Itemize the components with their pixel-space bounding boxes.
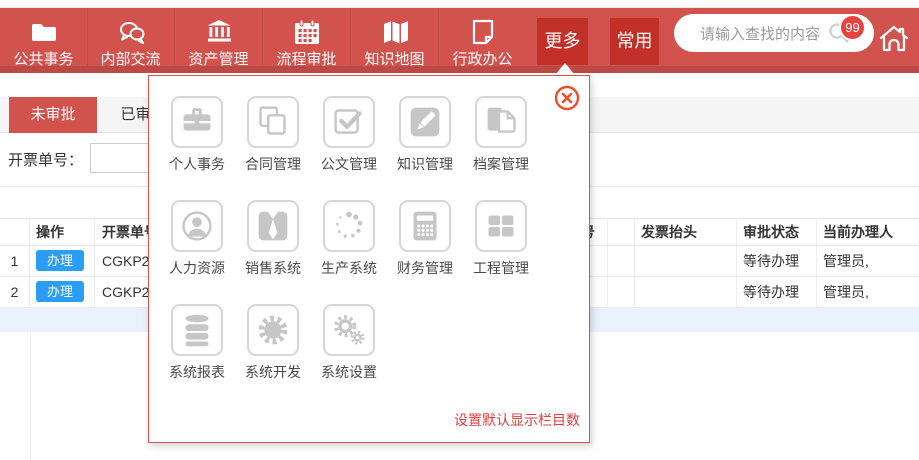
nav-item-administrative-office[interactable]: 行政办公 <box>439 8 526 66</box>
col-current-handler: 当前办理人 <box>817 219 919 245</box>
app-knowledge-management[interactable]: 知识管理 <box>387 96 463 174</box>
set-default-columns-link[interactable]: 设置默认显示栏目数 <box>454 410 580 430</box>
nav-item-label: 资产管理 <box>175 48 262 69</box>
nav-item-label: 流程审批 <box>263 48 350 69</box>
handler-cell: 管理员, <box>817 277 919 307</box>
action-cell: 办理 <box>30 246 95 276</box>
status-cell: 等待办理 <box>737 246 817 276</box>
frequent-button[interactable]: 常用 <box>610 18 659 65</box>
nav-item-asset-management[interactable]: 资产管理 <box>175 8 263 66</box>
table-stub-line <box>30 332 31 460</box>
notification-badge: 99 <box>839 14 866 41</box>
tab-unapproved[interactable]: 未审批 <box>9 97 97 133</box>
app-system-settings[interactable]: 系统设置 <box>311 304 387 382</box>
person-icon <box>171 200 223 252</box>
gearburst-icon <box>247 304 299 356</box>
nav-item-label: 知识地图 <box>351 48 438 69</box>
app-archive-management[interactable]: 档案管理 <box>463 96 539 174</box>
pencil-icon <box>399 96 451 148</box>
search-input[interactable] <box>698 20 832 48</box>
app-finance-management[interactable]: 财务管理 <box>387 200 463 278</box>
nav-item-label: 行政办公 <box>439 48 526 69</box>
checkbox-icon <box>323 96 375 148</box>
app-system-development[interactable]: 系统开发 <box>235 304 311 382</box>
col-num <box>0 219 30 245</box>
nav-item-knowledge-map[interactable]: 知识地图 <box>351 8 439 66</box>
invoice-title-cell <box>635 246 737 276</box>
row-num: 1 <box>0 246 30 276</box>
more-apps-popup: 个人事务 合同管理 公文管理 知识管理 档案管理 人力资源 <box>148 75 590 443</box>
status-cell: 等待办理 <box>737 277 817 307</box>
app-contract-management[interactable]: 合同管理 <box>235 96 311 174</box>
app-personal-affairs[interactable]: 个人事务 <box>159 96 235 174</box>
invoice-title-cell <box>635 277 737 307</box>
home-icon[interactable] <box>878 23 910 55</box>
more-button[interactable]: 更多 <box>537 18 588 65</box>
app-grid: 个人事务 合同管理 公文管理 知识管理 档案管理 人力资源 <box>149 76 589 408</box>
top-strip <box>0 0 919 8</box>
document-icon <box>468 17 498 47</box>
copy-icon <box>247 96 299 148</box>
col-approval-status: 审批状态 <box>737 219 817 245</box>
app-engineering-management[interactable]: 工程管理 <box>463 200 539 278</box>
col-action: 操作 <box>30 219 95 245</box>
nav-item-process-approval[interactable]: 流程审批 <box>263 8 351 66</box>
handler-cell: 管理员, <box>817 246 919 276</box>
nav-item-internal-communication[interactable]: 内部交流 <box>87 8 175 66</box>
map-icon <box>380 17 410 47</box>
page: 公共事务 内部交流 资产管理 流程审批 知识地图 行政办公 更多 常用 99 <box>0 0 919 460</box>
pages-icon <box>475 96 527 148</box>
nav-item-public-affairs[interactable]: 公共事务 <box>0 8 88 66</box>
app-human-resources[interactable]: 人力资源 <box>159 200 235 278</box>
tie-icon <box>247 200 299 252</box>
nav-item-label: 内部交流 <box>87 48 174 69</box>
handle-button[interactable]: 办理 <box>36 250 84 271</box>
app-production-system[interactable]: 生产系统 <box>311 200 387 278</box>
grid-icon <box>475 200 527 252</box>
invoice-no-label: 开票单号： <box>8 149 83 170</box>
spinner-icon <box>323 200 375 252</box>
popup-arrow <box>555 63 575 75</box>
nav-item-label: 公共事务 <box>0 48 87 69</box>
col-invoice-title: 发票抬头 <box>635 219 737 245</box>
col-spacer <box>608 219 635 245</box>
folder-icon <box>29 17 59 47</box>
handle-button[interactable]: 办理 <box>36 281 84 302</box>
app-system-reports[interactable]: 系统报表 <box>159 304 235 382</box>
calculator-icon <box>399 200 451 252</box>
row-num: 2 <box>0 277 30 307</box>
app-sales-system[interactable]: 销售系统 <box>235 200 311 278</box>
calendar-icon <box>292 17 322 47</box>
chat-icon <box>116 17 146 47</box>
database-icon <box>171 304 223 356</box>
gears-icon <box>323 304 375 356</box>
bank-icon <box>204 17 234 47</box>
app-official-doc-management[interactable]: 公文管理 <box>311 96 387 174</box>
briefcase-icon <box>171 96 223 148</box>
action-cell: 办理 <box>30 277 95 307</box>
